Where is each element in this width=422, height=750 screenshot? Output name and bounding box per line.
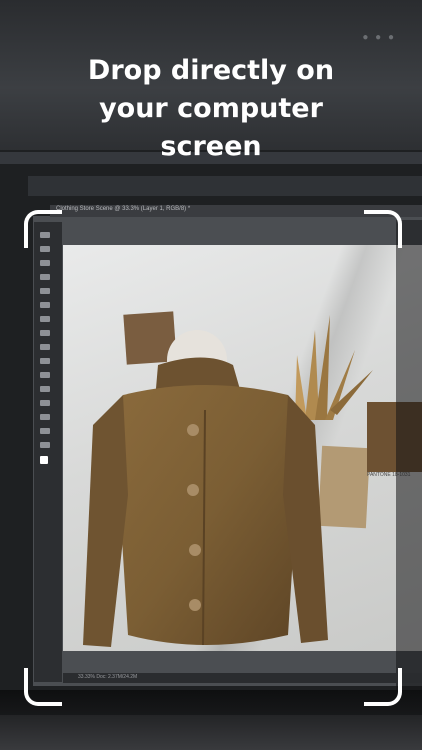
shape-tool-icon (40, 428, 50, 434)
hand-tool-icon (40, 442, 50, 448)
menu-dots-icon: ● ● ● (362, 32, 396, 43)
blur-tool-icon (40, 372, 50, 378)
status-text: 33.33% Doc: 2.37M/24.2M (78, 674, 138, 680)
gradient-tool-icon (40, 358, 50, 364)
document-tab-title: Clothing Store Scene @ 33.3% (Layer 1, R… (56, 206, 191, 212)
stamp-tool-icon (40, 316, 50, 322)
right-screen-edge (396, 220, 422, 690)
scan-frame-corner-top-left (24, 210, 62, 248)
scan-frame-corner-bottom-left (24, 668, 62, 706)
promo-headline: Drop directly on your computer screen (0, 52, 422, 166)
foreground-color-icon (40, 456, 48, 464)
eraser-tool-icon (40, 344, 50, 350)
desk-surface (0, 715, 422, 750)
headline-line-1: Drop directly on (87, 55, 335, 86)
jacket-image (83, 357, 328, 647)
headline-line-3: screen (160, 131, 262, 162)
headline-line-2: your computer (99, 93, 323, 124)
brush-tool-icon (40, 302, 50, 308)
app-screen: ● ● ● Clothing Store Scene @ 33.3% (Laye… (0, 0, 422, 750)
history-brush-icon (40, 330, 50, 336)
eyedropper-tool-icon (40, 288, 50, 294)
text-tool-icon (40, 400, 50, 406)
crop-tool-icon (40, 274, 50, 280)
path-select-icon (40, 414, 50, 420)
scan-frame-corner-top-right (364, 210, 402, 248)
pen-tool-icon (40, 386, 50, 392)
lasso-tool-icon (40, 260, 50, 266)
monitor-toolbar (28, 176, 422, 196)
scan-frame-corner-bottom-right (364, 668, 402, 706)
